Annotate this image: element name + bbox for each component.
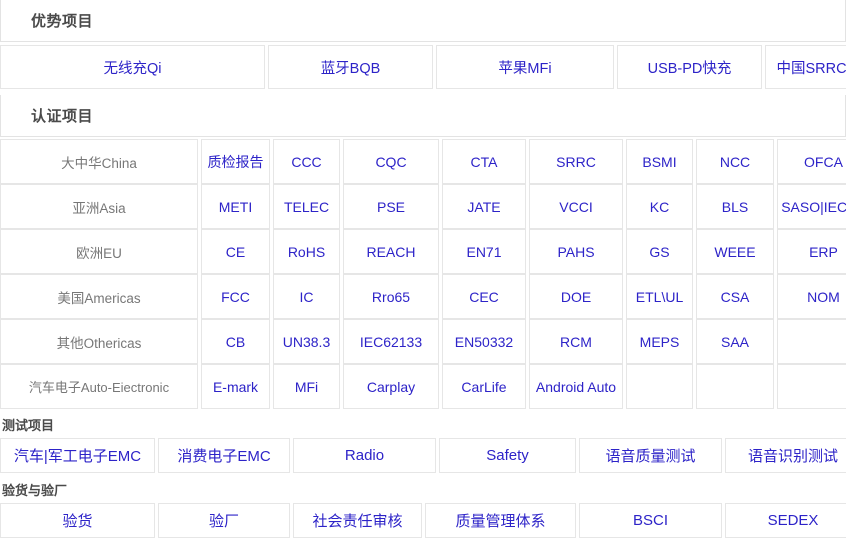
inspection-section-title-wrap: 验货与验厂 [0, 476, 846, 503]
certification-cell[interactable]: RoHS [273, 229, 340, 274]
certification-cell[interactable]: ERP [777, 229, 846, 274]
certification-cell[interactable]: CQC [343, 139, 439, 184]
testing-item-3[interactable]: Radio [293, 438, 436, 473]
certification-cell[interactable]: WEEE [696, 229, 774, 274]
certification-cell[interactable]: OFCA [777, 139, 846, 184]
certification-region-label: 汽车电子Auto-Eiectronic [0, 364, 198, 409]
testing-items-row: 汽车|军工电子EMC消费电子EMCRadioSafety语音质量测试语音识别测试 [0, 438, 846, 473]
certification-cell[interactable]: FCC [201, 274, 270, 319]
certification-services-page: 优势项目 无线充Qi蓝牙BQB苹果MFiUSB-PD快充中国SRRC 认证项目 … [0, 0, 846, 542]
certification-cell[interactable]: MEPS [626, 319, 693, 364]
testing-section-title: 测试项目 [2, 415, 54, 434]
advantage-item-4[interactable]: USB-PD快充 [617, 45, 762, 89]
advantage-item-5[interactable]: 中国SRRC [765, 45, 846, 89]
certification-cell[interactable]: SAA [696, 319, 774, 364]
inspection-item-4[interactable]: 质量管理体系 [425, 503, 576, 538]
certification-cell[interactable]: ETL\UL [626, 274, 693, 319]
certification-table: 大中华China质检报告CCCCQCCTASRRCBSMINCCOFCA亚洲As… [0, 139, 846, 409]
certification-cell[interactable]: EN71 [442, 229, 526, 274]
certification-cell[interactable]: 质检报告 [201, 139, 270, 184]
certification-region-label: 其他Othericas [0, 319, 198, 364]
testing-section-title-wrap: 测试项目 [0, 411, 846, 438]
certification-cell[interactable]: DOE [529, 274, 623, 319]
table-row: 其他OthericasCBUN38.3IEC62133EN50332RCMMEP… [0, 319, 846, 364]
certification-cell[interactable]: MFi [273, 364, 340, 409]
certification-cell[interactable]: CTA [442, 139, 526, 184]
certification-cell[interactable]: Carplay [343, 364, 439, 409]
inspection-item-2[interactable]: 验厂 [158, 503, 290, 538]
inspection-items-row: 验货验厂社会责任审核质量管理体系BSCISEDEX [0, 503, 846, 538]
certification-cell[interactable]: PSE [343, 184, 439, 229]
inspection-item-6[interactable]: SEDEX [725, 503, 846, 538]
certification-cell[interactable]: PAHS [529, 229, 623, 274]
inspection-section-title: 验货与验厂 [2, 480, 67, 499]
certification-cell[interactable]: BLS [696, 184, 774, 229]
certification-cell[interactable]: EN50332 [442, 319, 526, 364]
certification-cell[interactable]: CEC [442, 274, 526, 319]
certification-cell[interactable]: TELEC [273, 184, 340, 229]
certification-cell[interactable]: KC [626, 184, 693, 229]
certification-cell[interactable]: Android Auto [529, 364, 623, 409]
certification-cell[interactable]: CCC [273, 139, 340, 184]
advantage-section-header: 优势项目 [0, 0, 846, 42]
certification-cell[interactable]: REACH [343, 229, 439, 274]
certification-region-label: 大中华China [0, 139, 198, 184]
certification-cell[interactable]: METI [201, 184, 270, 229]
certification-cell[interactable]: BSMI [626, 139, 693, 184]
inspection-item-1[interactable]: 验货 [0, 503, 155, 538]
certification-region-label: 欧洲EU [0, 229, 198, 274]
advantage-item-3[interactable]: 苹果MFi [436, 45, 614, 89]
inspection-item-3[interactable]: 社会责任审核 [293, 503, 422, 538]
certification-cell[interactable]: IEC62133 [343, 319, 439, 364]
testing-item-2[interactable]: 消费电子EMC [158, 438, 290, 473]
certification-cell[interactable]: CB [201, 319, 270, 364]
testing-item-6[interactable]: 语音识别测试 [725, 438, 846, 473]
certification-region-label: 美国Americas [0, 274, 198, 319]
certification-cell[interactable]: E-mark [201, 364, 270, 409]
certification-section-title: 认证项目 [31, 105, 93, 126]
inspection-item-5[interactable]: BSCI [579, 503, 722, 538]
certification-cell[interactable]: VCCI [529, 184, 623, 229]
certification-cell[interactable]: SRRC [529, 139, 623, 184]
certification-cell[interactable]: UN38.3 [273, 319, 340, 364]
certification-region-label: 亚洲Asia [0, 184, 198, 229]
certification-cell[interactable]: Rro65 [343, 274, 439, 319]
testing-item-4[interactable]: Safety [439, 438, 576, 473]
certification-cell[interactable]: JATE [442, 184, 526, 229]
certification-cell[interactable]: NCC [696, 139, 774, 184]
advantage-items-row: 无线充Qi蓝牙BQB苹果MFiUSB-PD快充中国SRRC [0, 45, 846, 89]
certification-cell-empty [696, 364, 774, 409]
table-row: 美国AmericasFCCICRro65CECDOEETL\ULCSANOM [0, 274, 846, 319]
advantage-item-2[interactable]: 蓝牙BQB [268, 45, 433, 89]
advantage-item-1[interactable]: 无线充Qi [0, 45, 265, 89]
certification-cell[interactable]: RCM [529, 319, 623, 364]
certification-cell[interactable]: SASO|IECEE [777, 184, 846, 229]
testing-item-5[interactable]: 语音质量测试 [579, 438, 722, 473]
certification-cell[interactable]: GS [626, 229, 693, 274]
certification-cell-empty [777, 364, 846, 409]
certification-section-header: 认证项目 [0, 95, 846, 137]
table-row: 汽车电子Auto-EiectronicE-markMFiCarplayCarLi… [0, 364, 846, 409]
certification-cell[interactable]: CarLife [442, 364, 526, 409]
testing-item-1[interactable]: 汽车|军工电子EMC [0, 438, 155, 473]
certification-cell-empty [626, 364, 693, 409]
table-row: 亚洲AsiaMETITELECPSEJATEVCCIKCBLSSASO|IECE… [0, 184, 846, 229]
advantage-section-title: 优势项目 [31, 10, 93, 31]
certification-cell[interactable]: CSA [696, 274, 774, 319]
table-row: 欧洲EUCERoHSREACHEN71PAHSGSWEEEERP [0, 229, 846, 274]
certification-cell[interactable]: NOM [777, 274, 846, 319]
certification-cell[interactable]: IC [273, 274, 340, 319]
certification-cell-empty [777, 319, 846, 364]
table-row: 大中华China质检报告CCCCQCCTASRRCBSMINCCOFCA [0, 139, 846, 184]
certification-cell[interactable]: CE [201, 229, 270, 274]
